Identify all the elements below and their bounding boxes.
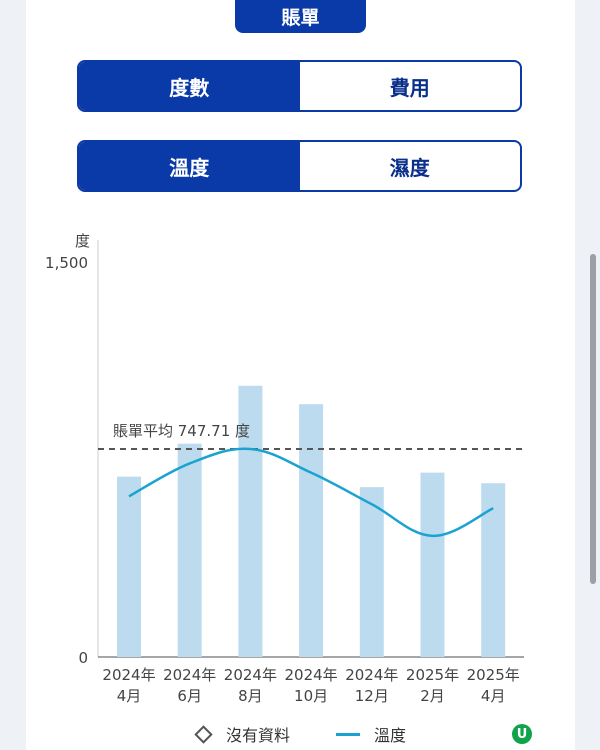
bar bbox=[117, 476, 141, 657]
legend-temperature: 溫度 bbox=[336, 722, 406, 746]
legend-no-data: 沒有資料 bbox=[194, 722, 291, 746]
x-tick-label: 2024年 bbox=[224, 666, 277, 684]
x-tick-label: 2024年 bbox=[102, 666, 155, 684]
x-tick-label: 8月 bbox=[238, 687, 263, 705]
x-tick-label: 2024年 bbox=[285, 666, 338, 684]
line-swatch-icon bbox=[336, 732, 360, 736]
x-tick-label: 2025年 bbox=[406, 666, 459, 684]
y-unit-label: 度 bbox=[75, 232, 90, 250]
bar bbox=[359, 487, 384, 657]
average-label: 賬單平均 747.71 度 bbox=[113, 422, 250, 440]
x-tick-label: 12月 bbox=[355, 687, 389, 705]
legend-temperature-label: 溫度 bbox=[374, 726, 407, 745]
x-tick-label: 2024年 bbox=[163, 666, 216, 684]
bar bbox=[420, 472, 445, 657]
y-tick-label: 0 bbox=[78, 649, 88, 667]
usage-chart: 度 1,500 0 賬單平均 747.71 度 2024年 4月 2024年 6月 2024年 8… bbox=[45, 232, 524, 705]
brand-logo-icon: U bbox=[512, 724, 532, 744]
x-tick-label: 2025年 bbox=[467, 666, 520, 684]
diamond-icon bbox=[194, 724, 213, 744]
x-tick-label: 2月 bbox=[420, 687, 445, 705]
x-tick-label: 6月 bbox=[177, 687, 202, 705]
x-tick-label: 4月 bbox=[117, 687, 142, 705]
x-tick-label: 4月 bbox=[481, 687, 506, 705]
scrollbar[interactable] bbox=[590, 254, 596, 584]
bar bbox=[177, 443, 202, 657]
y-tick-label: 1,500 bbox=[45, 254, 88, 272]
x-tick-label: 10月 bbox=[294, 687, 328, 705]
bar bbox=[299, 404, 324, 657]
legend-no-data-label: 沒有資料 bbox=[226, 726, 291, 745]
x-tick-label: 2024年 bbox=[345, 666, 398, 684]
